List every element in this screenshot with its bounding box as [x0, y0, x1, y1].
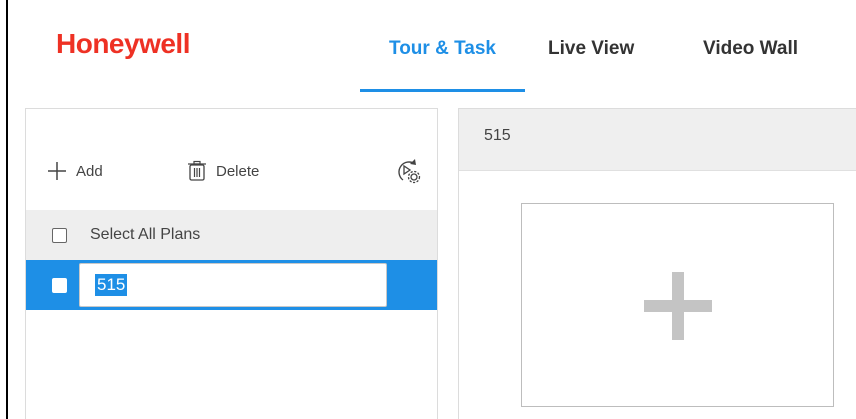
add-button-label: Add [76, 162, 103, 180]
select-all-label: Select All Plans [90, 226, 201, 243]
plans-panel: Add Delete Select All Plans 515 [25, 108, 438, 419]
select-all-row: Select All Plans [26, 210, 437, 260]
plan-name-input[interactable]: 515 [79, 263, 387, 307]
tab-live-view[interactable]: Live View [548, 0, 634, 95]
honeywell-logo: Honeywell [56, 28, 190, 59]
add-tile-button[interactable] [521, 203, 834, 407]
plus-icon [48, 162, 66, 180]
add-button[interactable]: Add [46, 160, 103, 182]
plan-detail-header: 515 [459, 109, 856, 171]
trash-icon [188, 160, 206, 181]
window-edge [6, 0, 8, 419]
delete-button-label: Delete [216, 162, 260, 180]
plan-name-text: 515 [95, 274, 128, 296]
plan-detail-title: 515 [484, 127, 511, 144]
tab-tour-task[interactable]: Tour & Task [360, 0, 525, 95]
delete-button[interactable]: Delete [186, 160, 259, 182]
select-all-checkbox[interactable] [52, 227, 67, 243]
app-window: Honeywell Tour & Task Live View Video Wa… [0, 0, 856, 419]
plan-checkbox[interactable] [52, 277, 67, 293]
active-tab-indicator [360, 89, 525, 92]
plan-detail-panel: 515 [458, 108, 856, 419]
play-settings-icon[interactable] [393, 156, 423, 186]
plans-toolbar: Add Delete [26, 154, 437, 194]
tab-video-wall[interactable]: Video Wall [703, 0, 798, 95]
plan-row[interactable]: 515 [26, 260, 437, 310]
plus-icon-vertical [672, 272, 684, 340]
